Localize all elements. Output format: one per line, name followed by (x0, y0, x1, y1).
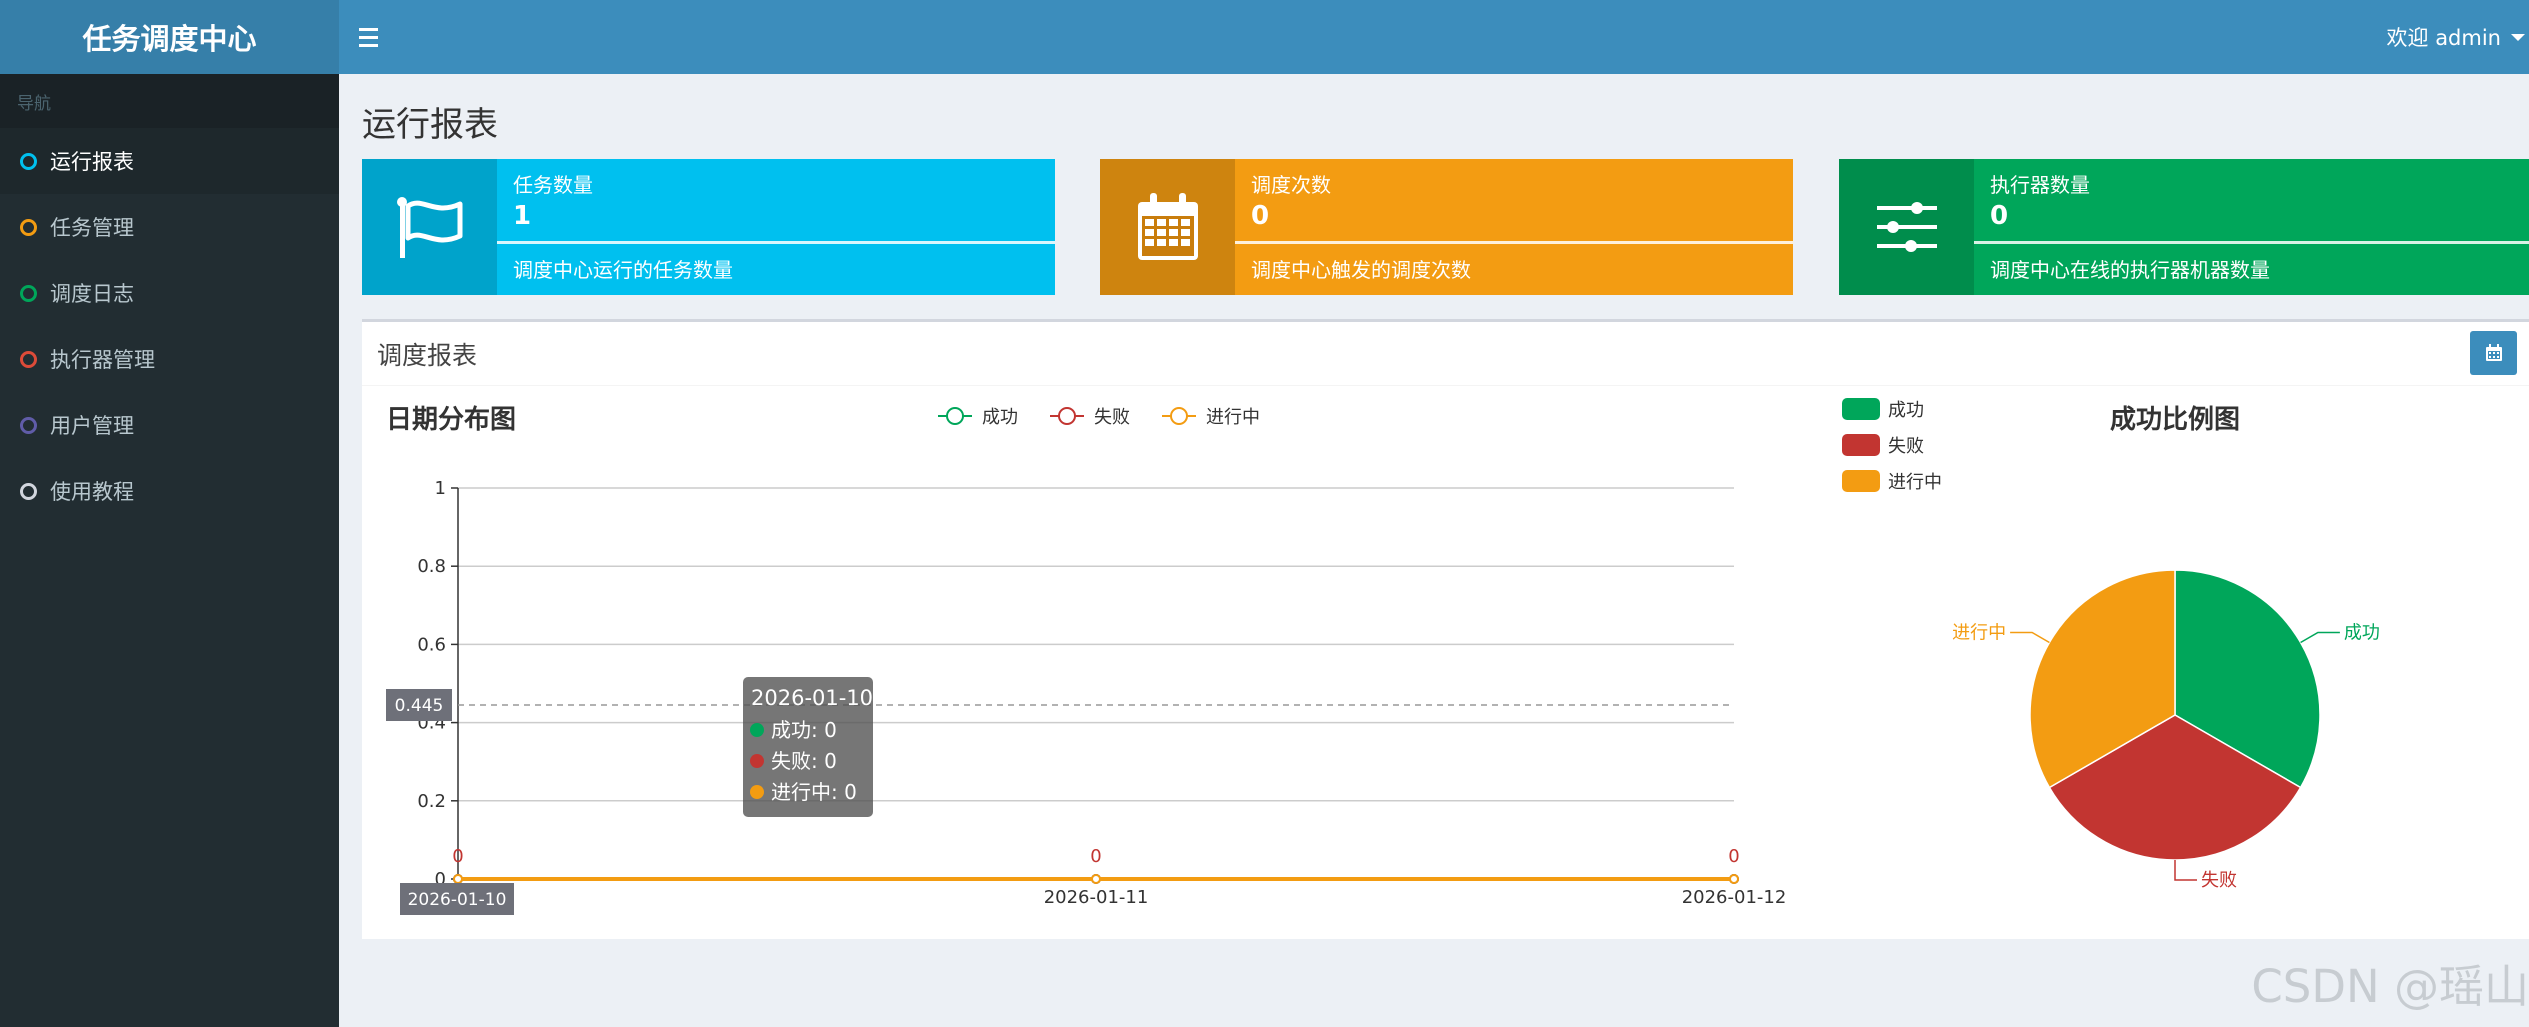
date-range-button[interactable] (2470, 331, 2517, 375)
legend-label: 进行中 (1888, 472, 1942, 493)
user-greeting: 欢迎 admin (2386, 26, 2501, 50)
x-tick-label: 2026-01-12 (1682, 887, 1787, 908)
crosshair-y-label: 0.445 (395, 696, 444, 716)
tooltip-title: 2026-01-10 (751, 686, 873, 710)
pie-label-line (2174, 860, 2197, 881)
sidebar-toggle-icon[interactable] (359, 0, 399, 74)
sliders-icon (1839, 159, 1974, 295)
y-tick-label: 0.6 (417, 634, 446, 655)
circle-icon (20, 350, 37, 368)
sidebar-item-logs[interactable]: 调度日志 (0, 260, 339, 326)
chart-title: 成功比例图 (2110, 405, 2240, 435)
stat-value: 0 (1990, 201, 2009, 231)
x-tick-label: 2026-01-11 (1044, 887, 1149, 908)
tooltip-marker (750, 785, 764, 799)
chart-title: 日期分布图 (386, 405, 516, 435)
sidebar-item-report[interactable]: 运行报表 (0, 128, 339, 194)
stat-description: 调度中心运行的任务数量 (513, 258, 733, 282)
calendar-icon (1100, 159, 1235, 295)
sidebar-item-label: 执行器管理 (50, 348, 155, 372)
data-point (1091, 874, 1101, 884)
stat-label: 执行器数量 (1990, 173, 2090, 197)
page-title: 运行报表 (362, 105, 498, 145)
sidebar: 导航 运行报表 任务管理 调度日志 执行器管理 用户管理 使用教程 (0, 74, 339, 1027)
legend-swatch (1842, 434, 1880, 456)
pie-label: 成功 (2344, 623, 2380, 644)
pie-label-line (2300, 631, 2340, 644)
stat-box-triggers: 调度次数 0 调度中心触发的调度次数 (1100, 159, 1793, 295)
tooltip-row: 进行中: 0 (771, 780, 857, 804)
stat-description: 调度中心触发的调度次数 (1251, 258, 1471, 282)
data-point (453, 874, 463, 884)
tooltip-row: 失败: 0 (771, 749, 837, 773)
calendar-icon (2485, 344, 2502, 361)
panel-title: 调度报表 (362, 322, 2529, 386)
circle-icon (20, 482, 37, 500)
legend-marker (946, 407, 964, 425)
watermark: CSDN @瑶山 (2251, 960, 2529, 1013)
circle-icon (20, 284, 37, 302)
tooltip-row: 成功: 0 (771, 718, 837, 742)
legend-swatch (1842, 398, 1880, 420)
legend-label: 进行中 (1206, 407, 1260, 428)
sidebar-item-jobs[interactable]: 任务管理 (0, 194, 339, 260)
user-menu[interactable]: 欢迎 admin (2387, 0, 2525, 74)
progress-bar (1235, 241, 1793, 244)
data-label: 0 (452, 846, 463, 867)
caret-down-icon (2511, 33, 2525, 41)
progress-bar (1974, 241, 2529, 244)
crosshair-x-label: 2026-01-10 (408, 890, 507, 910)
legend-label: 失败 (1094, 407, 1130, 428)
legend-label: 成功 (982, 407, 1018, 428)
sidebar-item-executors[interactable]: 执行器管理 (0, 326, 339, 392)
y-tick-label: 1 (435, 478, 446, 499)
pie-label: 失败 (2201, 870, 2237, 891)
stat-description: 调度中心在线的执行器机器数量 (1990, 258, 2270, 282)
circle-icon (20, 152, 37, 170)
data-label: 0 (1090, 846, 1101, 867)
legend-label: 失败 (1888, 436, 1924, 457)
legend-swatch (1842, 470, 1880, 492)
nav-header: 导航 (0, 74, 339, 128)
top-navbar: 欢迎 admin (339, 0, 2529, 74)
sidebar-item-help[interactable]: 使用教程 (0, 458, 339, 524)
legend-marker (1058, 407, 1076, 425)
flag-icon (362, 159, 497, 295)
legend-label: 成功 (1888, 400, 1924, 421)
stat-box-executors: 执行器数量 0 调度中心在线的执行器机器数量 (1839, 159, 2529, 295)
sidebar-item-label: 使用教程 (50, 480, 134, 504)
tooltip-marker (750, 754, 764, 768)
circle-icon (20, 416, 37, 434)
legend-marker (1170, 407, 1188, 425)
y-tick-label: 0.8 (417, 556, 446, 577)
sidebar-item-label: 运行报表 (50, 150, 134, 174)
stat-box-jobs: 任务数量 1 调度中心运行的任务数量 (362, 159, 1055, 295)
circle-icon (20, 218, 37, 236)
sidebar-item-label: 调度日志 (50, 282, 134, 306)
stat-value: 1 (513, 201, 532, 231)
sidebar-item-label: 任务管理 (50, 216, 134, 240)
success-ratio-chart[interactable]: 成功比例图成功失败进行中成功失败进行中 (1812, 385, 2529, 925)
date-distribution-chart[interactable]: 日期分布图成功失败进行中00.20.40.60.812026-01-102026… (362, 385, 1812, 925)
pie-label: 进行中 (1952, 623, 2006, 644)
progress-bar (497, 241, 1055, 244)
tooltip-marker (750, 723, 764, 737)
stat-value: 0 (1251, 201, 1270, 231)
stat-label: 任务数量 (513, 173, 593, 197)
app-logo[interactable]: 任务调度中心 (0, 0, 339, 74)
sidebar-item-label: 用户管理 (50, 414, 134, 438)
stat-label: 调度次数 (1251, 173, 1331, 197)
sidebar-item-users[interactable]: 用户管理 (0, 392, 339, 458)
y-tick-label: 0.2 (417, 791, 446, 812)
data-label: 0 (1728, 846, 1739, 867)
pie-label-line (2010, 631, 2050, 644)
data-point (1729, 874, 1739, 884)
